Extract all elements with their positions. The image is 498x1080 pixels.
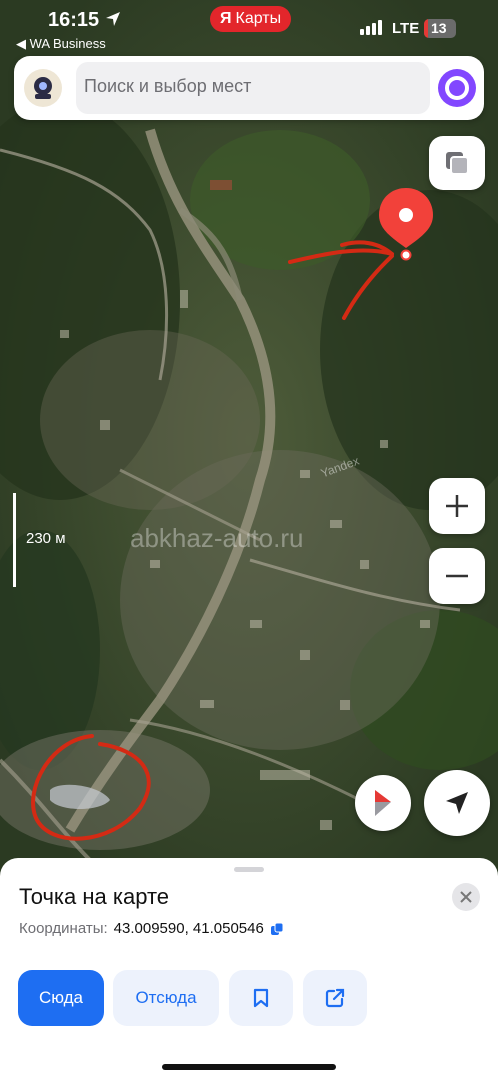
map-watermark: abkhaz-auto.ru [130,523,304,553]
coordinates-label: Координаты: [19,920,108,937]
bookmark-button[interactable] [229,970,293,1026]
place-title: Точка на карте [19,884,170,909]
share-icon [325,988,345,1008]
coordinates-row: Координаты: 43.009590, 41.050546 [19,920,284,937]
place-card: Точка на карте Координаты: 43.009590, 41… [0,858,498,1080]
sheet-grabber[interactable] [234,867,264,872]
yandex-logo: Я [220,10,232,27]
layers-icon [446,152,469,175]
home-indicator [162,1064,336,1070]
status-bar: 16:15 ◀ WA Business Я Карты LTE 13 [0,0,498,56]
network-type: LTE [392,20,420,37]
copy-icon[interactable] [270,922,284,936]
location-arrow-icon [446,792,468,814]
map-scale-label: 230 м [26,530,66,547]
cellular-signal-icon [360,20,382,35]
bookmark-icon [253,988,269,1008]
map-scale-bar [13,493,16,587]
layers-button[interactable] [429,136,485,190]
zoom-out-button[interactable] [429,548,485,604]
avatar-icon[interactable] [24,69,62,107]
compass-button[interactable] [355,775,411,831]
coordinates-value: 43.009590, 41.050546 [113,920,264,937]
route-from-button[interactable]: Отсюда [113,970,219,1026]
route-from-label: Отсюда [135,988,197,1007]
status-time: 16:15 [48,9,100,31]
back-to-app-link[interactable]: ◀ WA Business [16,36,106,52]
my-location-button[interactable] [424,770,490,836]
location-marker-icon[interactable] [377,186,435,262]
map-view[interactable]: abkhaz-auto.ru Yandex [0,0,498,880]
battery-level: 13 [431,20,447,36]
location-services-icon [106,12,120,26]
search-input[interactable]: Поиск и выбор мест [76,62,430,114]
compass-icon [375,790,391,816]
app-badge: Я Карты [210,6,292,32]
search-bar: Поиск и выбор мест [14,56,484,120]
search-placeholder: Поиск и выбор мест [84,76,252,96]
app-badge-label: Карты [235,10,282,27]
alice-icon[interactable] [438,69,476,107]
share-button[interactable] [303,970,367,1026]
close-button[interactable] [452,883,480,911]
plus-icon [446,495,468,517]
battery-icon: 13 [424,19,456,38]
zoom-in-button[interactable] [429,478,485,534]
minus-icon [446,574,468,578]
close-icon [460,891,472,903]
route-to-label: Сюда [38,988,84,1007]
route-to-button[interactable]: Сюда [18,970,104,1026]
